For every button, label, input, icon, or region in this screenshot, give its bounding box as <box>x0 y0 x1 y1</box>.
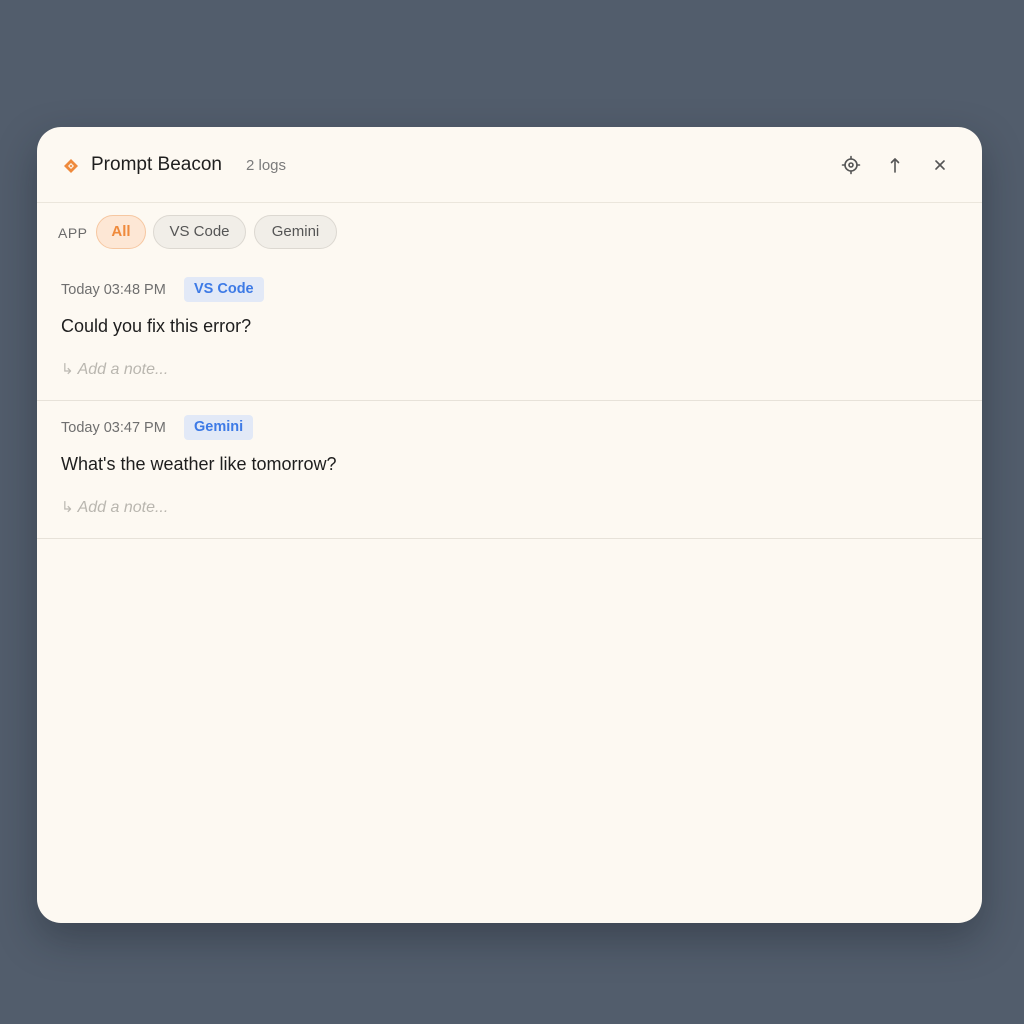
log-count: 2 logs <box>246 157 287 174</box>
note-placeholder: Add a note... <box>77 499 169 516</box>
prompt-beacon-window: Prompt Beacon 2 logs APP All VS Code Gem… <box>37 127 982 923</box>
prompt-text: What's the weather like tomorrow? <box>61 454 337 474</box>
note-arrow-icon: ↳ <box>61 361 74 378</box>
export-button[interactable] <box>881 151 909 179</box>
add-note-field[interactable]: ↳ Add a note... <box>61 497 168 519</box>
app-filter-label: APP <box>58 225 88 241</box>
gear-icon <box>841 155 861 175</box>
app-title: Prompt Beacon <box>91 154 222 175</box>
filter-chip-gemini[interactable]: Gemini <box>254 215 337 249</box>
entry-timestamp: Today 03:47 PM <box>61 420 166 436</box>
filter-chip-all[interactable]: All <box>96 215 146 249</box>
filter-chip-vs-code[interactable]: VS Code <box>153 215 246 249</box>
log-entry: Today 03:48 PM VS Code Could you fix thi… <box>37 263 982 401</box>
app-badge: Gemini <box>184 415 254 440</box>
note-arrow-icon: ↳ <box>61 499 74 516</box>
diamond-logo-icon <box>64 159 78 173</box>
app-badge: VS Code <box>184 277 264 302</box>
prompt-text: Could you fix this error? <box>61 316 252 336</box>
app-filter-bar: APP All VS Code Gemini <box>37 215 982 251</box>
close-button[interactable] <box>926 151 954 179</box>
arrow-up-icon <box>887 156 903 174</box>
log-entry: Today 03:47 PM Gemini What's the weather… <box>37 401 982 539</box>
note-placeholder: Add a note... <box>77 361 169 378</box>
add-note-field[interactable]: ↳ Add a note... <box>61 359 168 381</box>
settings-button[interactable] <box>837 151 865 179</box>
entry-timestamp: Today 03:48 PM <box>61 282 166 298</box>
window-header: Prompt Beacon 2 logs <box>37 127 982 203</box>
close-icon <box>933 158 947 172</box>
